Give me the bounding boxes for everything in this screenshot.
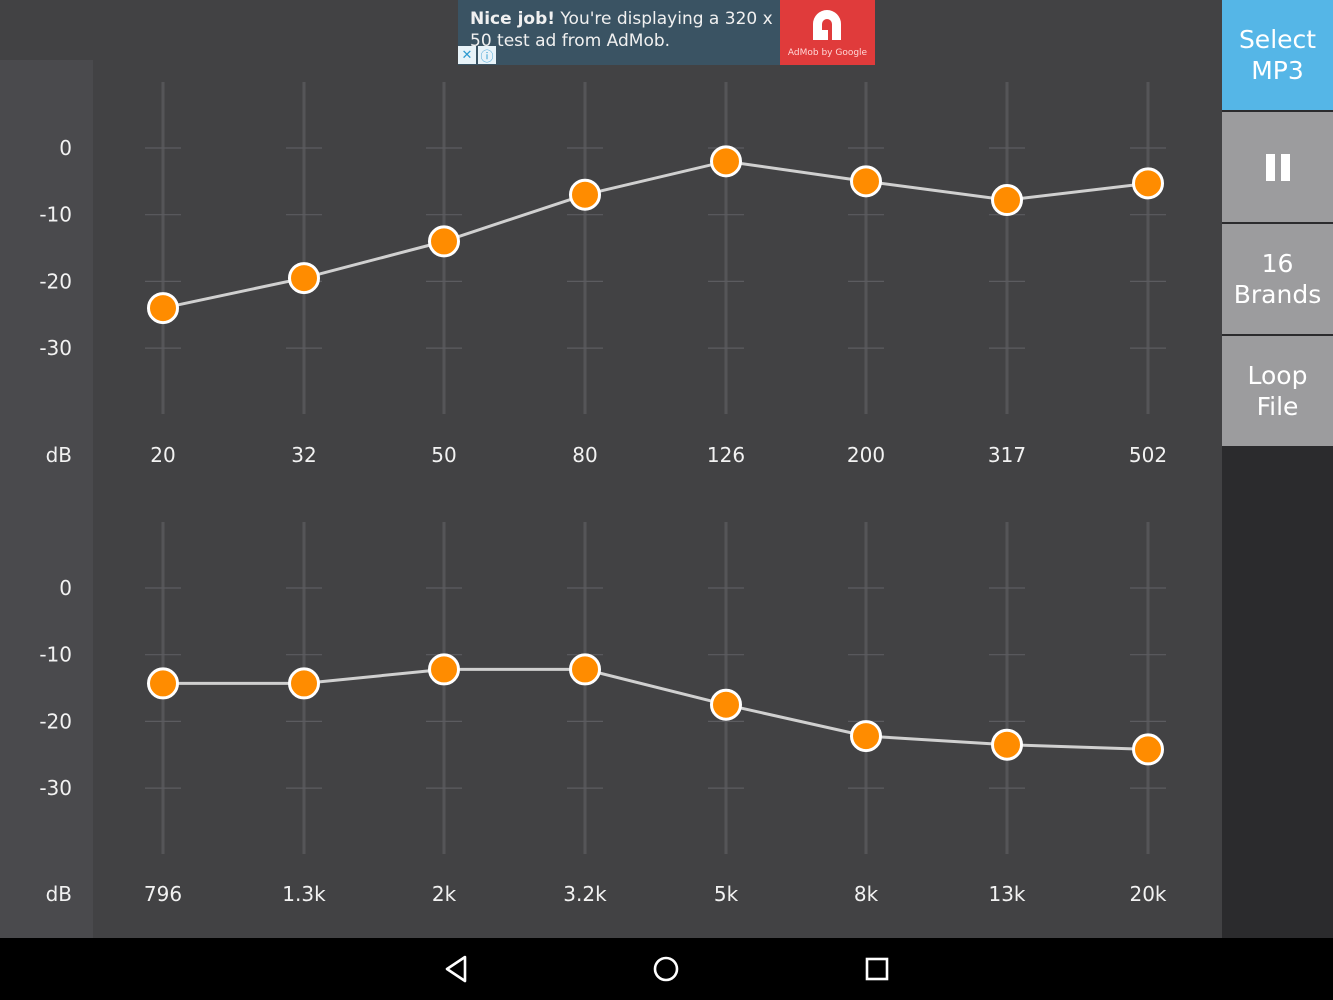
bottom-bank-band-handle[interactable] (428, 653, 460, 686)
top-bank-band-label: 502 (1129, 443, 1167, 467)
ad-text: Nice job! You're displaying a 320 x 50 t… (470, 8, 780, 52)
bottom-bank-band-handle[interactable] (288, 667, 320, 700)
loop-file-button[interactable]: Loop File (1222, 336, 1333, 446)
top-bank-band-handle[interactable] (991, 184, 1023, 217)
top-bank-db-tick-label: -10 (39, 203, 72, 227)
brands-button[interactable]: 16 Brands (1222, 224, 1333, 334)
ad-logo-caption: AdMob by Google (787, 48, 868, 58)
ad-info-icon[interactable]: ⓘ (478, 46, 496, 65)
top-bank-db-tick-label: 0 (59, 136, 72, 160)
side-panel: Select MP3 16 Brands Loop File (1222, 0, 1333, 938)
pause-icon (1265, 153, 1290, 181)
bottom-bank-band-label: 5k (714, 882, 739, 906)
ad-controls: ✕ ⓘ (458, 46, 498, 65)
bottom-bank-band-label: 796 (144, 882, 182, 906)
bottom-bank-band-label: 2k (432, 882, 457, 906)
top-bank-band-label: 317 (988, 443, 1026, 467)
top-bank-band-label: 50 (431, 443, 456, 467)
bottom-bank-band-handle[interactable] (710, 688, 742, 721)
bottom-bank-band-label: 3.2k (563, 882, 607, 906)
admob-logo: AdMob by Google (780, 0, 875, 65)
top-bank-db-tick-label: -20 (39, 269, 72, 293)
bottom-bank-db-tick-label: -30 (39, 776, 72, 800)
top-bank-band-label: 20 (150, 443, 175, 467)
bottom-bank-band-label: 1.3k (282, 882, 326, 906)
top-bank-band-handle[interactable] (710, 145, 742, 178)
top-bank-band-handle[interactable] (428, 225, 460, 258)
loop-file-label: Loop File (1247, 361, 1308, 421)
bottom-bank-band-label: 13k (988, 882, 1025, 906)
bottom-bank-band-handle[interactable] (569, 653, 601, 686)
top-bank-band-handle[interactable] (569, 178, 601, 211)
pause-button[interactable] (1222, 112, 1333, 222)
admob-logo-icon (813, 10, 841, 40)
home-circle-icon[interactable] (649, 952, 683, 986)
ad-banner[interactable]: Nice job! You're displaying a 320 x 50 t… (458, 0, 875, 65)
top-bank-band-handle[interactable] (147, 292, 179, 325)
bottom-bank-db-tick-label: 0 (59, 576, 72, 600)
navigation-bar (0, 938, 1333, 1000)
bottom-bank-band-handle[interactable] (991, 728, 1023, 761)
ad-headline: Nice job! (470, 9, 556, 29)
bottom-bank-db-tick-label: -20 (39, 709, 72, 733)
app-root: 0 -10 -20 -30 dB 20 32 50 80 126 200 317 502 0 -10 -20 -… (0, 0, 1333, 938)
select-mp3-button[interactable]: Select MP3 (1222, 0, 1333, 110)
equalizer-area: 0 -10 -20 -30 dB 20 32 50 80 126 200 317 502 0 -10 -20 -… (0, 0, 1222, 938)
bottom-bank-band-handle[interactable] (850, 720, 882, 753)
top-bank-band-label: 80 (572, 443, 597, 467)
top-bank-band-label: 32 (291, 443, 316, 467)
top-bank-band-handle[interactable] (288, 262, 320, 295)
top-bank-db-unit-label: dB (46, 443, 72, 467)
bottom-bank-db-unit-label: dB (46, 882, 72, 906)
brands-label: 16 Brands (1233, 249, 1322, 309)
bottom-bank-band-handle[interactable] (1132, 733, 1164, 766)
equalizer-canvas: 0 -10 -20 -30 dB 20 32 50 80 126 200 317 502 0 -10 -20 -… (39, 82, 1167, 906)
bottom-bank-band-handle[interactable] (147, 667, 179, 700)
bottom-bank-band-label: 20k (1129, 882, 1166, 906)
top-bank-band-handle[interactable] (850, 165, 882, 198)
recents-square-icon[interactable] (860, 952, 894, 986)
back-triangle-icon[interactable] (439, 952, 473, 986)
top-bank-db-tick-label: -30 (39, 336, 72, 360)
top-bank-band-handle[interactable] (1132, 167, 1164, 200)
ad-close-icon[interactable]: ✕ (458, 46, 476, 64)
select-mp3-label: Select MP3 (1238, 25, 1317, 85)
top-bank-band-label: 126 (707, 443, 745, 467)
top-bank-band-label: 200 (847, 443, 885, 467)
bottom-bank-band-label: 8k (854, 882, 879, 906)
bottom-bank-db-tick-label: -10 (39, 643, 72, 667)
